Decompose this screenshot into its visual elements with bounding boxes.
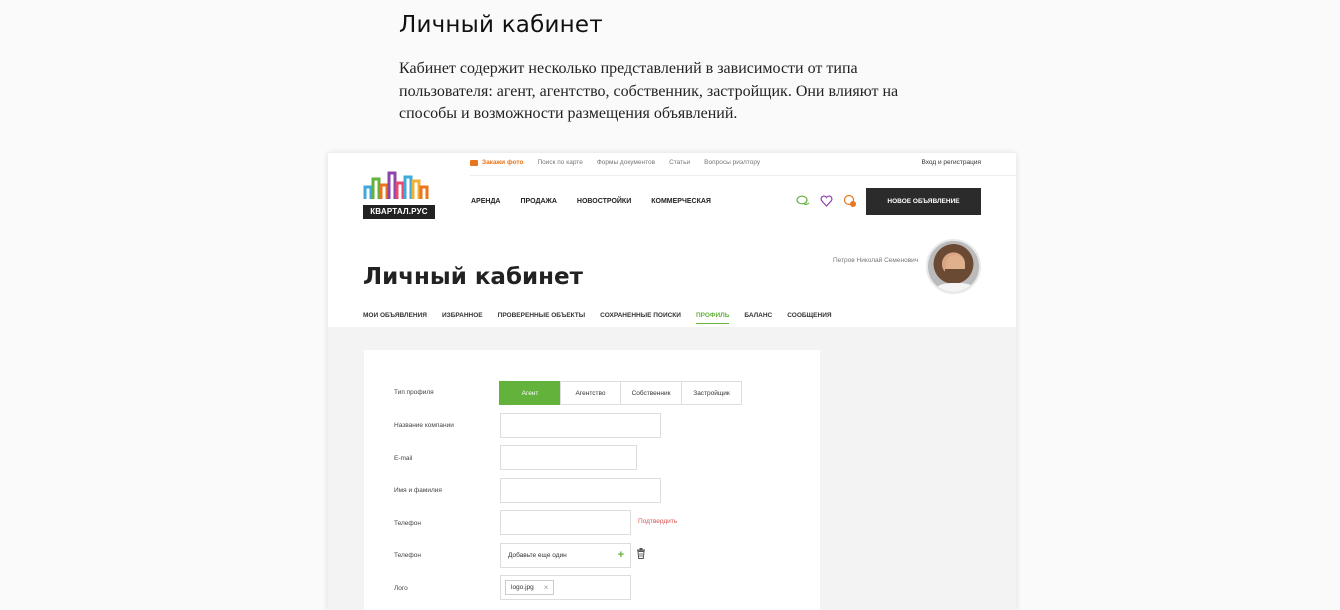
tab-verified[interactable]: ПРОВЕРЕННЫЕ ОБЪЕКТЫ — [498, 312, 586, 324]
remove-file-icon[interactable]: × — [544, 583, 549, 592]
screenshot-frame: КВАРТАЛ.РУС Закажи фото Поиск по карте Ф… — [328, 153, 1016, 610]
type-agent[interactable]: Агент — [499, 381, 561, 405]
phone2-label: Телефон — [394, 552, 421, 559]
tab-profile[interactable]: ПРОФИЛЬ — [695, 312, 730, 324]
add-phone-field[interactable]: Добавьте еще один + — [500, 543, 631, 568]
logo-label: Лого — [394, 585, 408, 592]
email-label: E-mail — [394, 455, 413, 462]
site-header: КВАРТАЛ.РУС Закажи фото Поиск по карте Ф… — [328, 153, 1016, 327]
profile-type-label: Тип профиля — [394, 389, 434, 396]
camera-icon — [470, 159, 478, 166]
type-developer[interactable]: Застройщик — [681, 381, 742, 405]
avatar[interactable] — [926, 239, 981, 294]
topbar-link-docs[interactable]: Формы документов — [597, 159, 655, 166]
file-chip: logo.jpg × — [505, 580, 555, 595]
tab-favorites[interactable]: ИЗБРАННОЕ — [442, 312, 483, 324]
logo-buildings-icon — [363, 171, 429, 199]
add-phone-text: Добавьте еще один — [508, 552, 567, 559]
cabinet-title: Личный кабинет — [363, 264, 583, 290]
profile-type-switch: Агент Агентство Собственник Застройщик — [499, 381, 742, 405]
phone-label: Телефон — [394, 520, 421, 527]
tab-messages[interactable]: СООБЩЕНИЯ — [787, 312, 831, 324]
nav-rent[interactable]: АРЕНДА — [471, 198, 501, 205]
topbar-link-questions[interactable]: Вопросы риэлтору — [704, 159, 760, 166]
tab-saved-searches[interactable]: СОХРАНЕННЫЕ ПОИСКИ — [600, 312, 681, 324]
name-label: Имя и фамилия — [394, 487, 442, 494]
nav-commercial[interactable]: КОММЕРЧЕСКАЯ — [651, 198, 711, 205]
phone-input[interactable] — [500, 510, 631, 535]
chat-icon[interactable] — [796, 195, 810, 207]
new-ad-button[interactable]: НОВОЕ ОБЪЯВЛЕНИЕ — [866, 188, 981, 215]
nav-new-buildings[interactable]: НОВОСТРОЙКИ — [577, 198, 631, 205]
notification-icon[interactable] — [843, 194, 857, 208]
plus-icon[interactable]: + — [618, 550, 624, 561]
name-input[interactable] — [500, 478, 661, 503]
login-link[interactable]: Вход и регистрация — [921, 159, 981, 166]
email-input[interactable] — [500, 445, 637, 470]
nav-sale[interactable]: ПРОДАЖА — [521, 198, 557, 205]
company-label: Название компании — [394, 422, 454, 429]
page-description: Кабинет содержит несколько представлений… — [399, 60, 899, 122]
main-nav: АРЕНДА ПРОДАЖА НОВОСТРОЙКИ КОММЕРЧЕСКАЯ — [471, 198, 731, 205]
trash-icon[interactable] — [636, 548, 646, 559]
logo-text: КВАРТАЛ.РУС — [363, 205, 435, 219]
heart-icon[interactable] — [820, 195, 833, 207]
logo-upload-field[interactable]: logo.jpg × — [500, 575, 631, 600]
header-icons — [796, 194, 857, 208]
top-links: Закажи фото Поиск по карте Формы докумен… — [470, 159, 774, 166]
profile-form: Тип профиля Агент Агентство Собственник … — [364, 350, 820, 610]
confirm-phone-link[interactable]: Подтвердить — [638, 518, 677, 525]
header-divider — [470, 175, 1016, 176]
file-name: logo.jpg — [511, 584, 534, 591]
type-agency[interactable]: Агентство — [560, 381, 621, 405]
tab-my-ads[interactable]: МОИ ОБЪЯВЛЕНИЯ — [363, 312, 427, 324]
type-owner[interactable]: Собственник — [620, 381, 682, 405]
site-logo[interactable]: КВАРТАЛ.РУС — [363, 165, 435, 219]
company-input[interactable] — [500, 413, 661, 438]
topbar-link-map[interactable]: Поиск по карте — [537, 159, 582, 166]
topbar-link-articles[interactable]: Статьи — [669, 159, 690, 166]
page-heading: Личный кабинет — [399, 12, 603, 38]
user-name: Петров Николай Семенович — [833, 257, 919, 264]
order-photo-link[interactable]: Закажи фото — [470, 159, 523, 166]
cabinet-tabs: МОИ ОБЪЯВЛЕНИЯ ИЗБРАННОЕ ПРОВЕРЕННЫЕ ОБЪ… — [363, 312, 847, 324]
tab-balance[interactable]: БАЛАНС — [744, 312, 772, 324]
